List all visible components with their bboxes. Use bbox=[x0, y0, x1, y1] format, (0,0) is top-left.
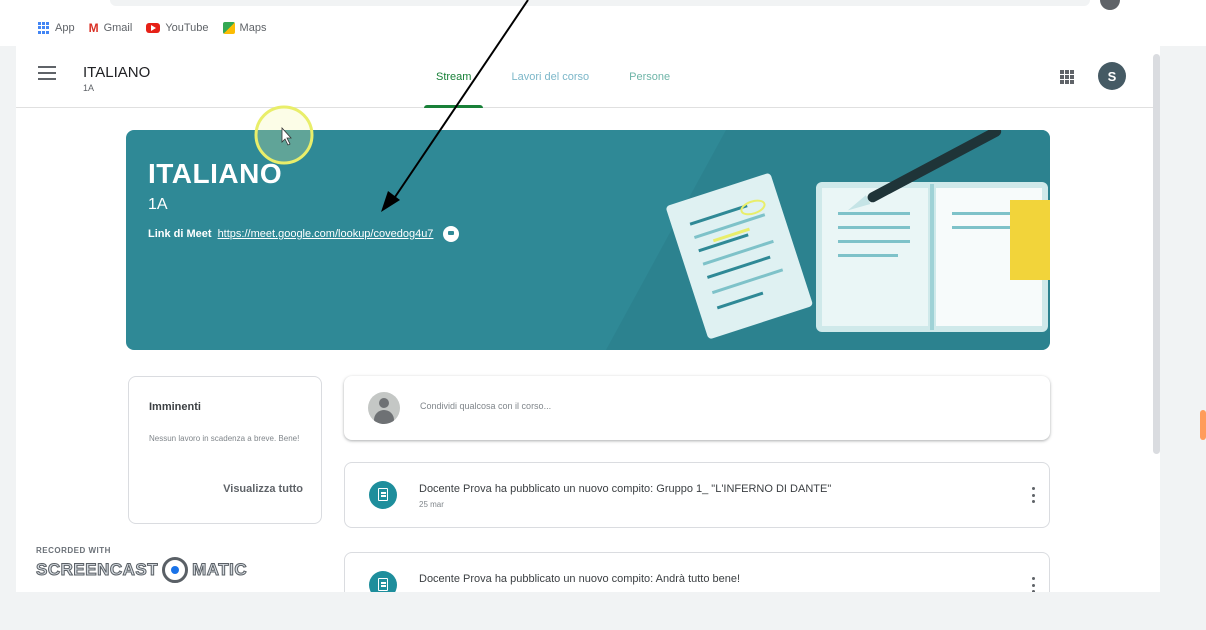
bookmark-label: Gmail bbox=[103, 22, 133, 34]
meet-link-row: Link di Meet https://meet.google.com/loo… bbox=[148, 226, 460, 242]
bookmark-label: App bbox=[55, 22, 75, 34]
course-section: 1A bbox=[83, 83, 95, 93]
banner-section: 1A bbox=[148, 196, 168, 213]
watermark-caption: RECORDED WITH bbox=[36, 546, 111, 555]
account-avatar[interactable]: S bbox=[1098, 62, 1126, 90]
more-options-icon[interactable] bbox=[1031, 487, 1035, 503]
view-all-button[interactable]: Visualizza tutto bbox=[223, 483, 303, 495]
apps-grid-icon bbox=[38, 22, 50, 34]
course-tabs: Stream Lavori del corso Persone bbox=[416, 46, 690, 108]
watermark-logo: SCREENCAST MATIC bbox=[35, 557, 248, 583]
assignment-icon bbox=[369, 571, 397, 592]
bookmark-gmail[interactable]: M Gmail bbox=[89, 21, 133, 35]
course-banner: ITALIANO 1A Link di Meet https://meet.go… bbox=[126, 130, 1050, 350]
meet-link[interactable]: https://meet.google.com/lookup/covedog4u… bbox=[218, 228, 434, 240]
google-apps-icon[interactable] bbox=[1060, 70, 1074, 84]
page-scrollbar[interactable] bbox=[1153, 54, 1160, 454]
share-input[interactable]: Condividi qualcosa con il corso... bbox=[344, 376, 1050, 440]
banner-title: ITALIANO bbox=[148, 158, 283, 189]
gmail-icon: M bbox=[88, 21, 99, 35]
watermark-word-right: MATIC bbox=[192, 560, 248, 580]
edge-accent bbox=[1200, 410, 1206, 440]
stream-post[interactable]: Docente Prova ha pubblicato un nuovo com… bbox=[344, 552, 1050, 592]
maps-icon bbox=[222, 22, 235, 34]
tab-stream[interactable]: Stream bbox=[416, 46, 491, 108]
screencast-watermark: RECORDED WITH SCREENCAST MATIC bbox=[35, 546, 248, 583]
user-avatar-icon bbox=[368, 392, 400, 424]
record-icon bbox=[162, 557, 189, 583]
meet-label: Link di Meet bbox=[148, 228, 212, 240]
tab-people[interactable]: Persone bbox=[609, 46, 690, 108]
hamburger-menu-icon[interactable] bbox=[38, 66, 56, 80]
bookmark-label: YouTube bbox=[165, 22, 209, 34]
bottom-margin bbox=[0, 592, 1206, 630]
upcoming-card: Imminenti Nessun lavoro in scadenza a br… bbox=[128, 376, 322, 524]
tab-classwork[interactable]: Lavori del corso bbox=[491, 46, 609, 108]
meet-info-icon[interactable] bbox=[443, 226, 460, 242]
bookmark-label: Maps bbox=[239, 22, 267, 34]
upcoming-text: Nessun lavoro in scadenza a breve. Bene! bbox=[149, 434, 300, 443]
assignment-icon bbox=[369, 481, 397, 509]
share-placeholder: Condividi qualcosa con il corso... bbox=[420, 401, 552, 411]
youtube-icon bbox=[146, 23, 161, 33]
upcoming-title: Imminenti bbox=[149, 401, 201, 413]
more-options-icon[interactable] bbox=[1031, 577, 1035, 592]
address-bar[interactable] bbox=[110, 0, 1090, 6]
course-title[interactable]: ITALIANO bbox=[83, 64, 150, 81]
browser-toolbar bbox=[0, 0, 1206, 10]
classroom-page: ITALIANO 1A Stream Lavori del corso Pers… bbox=[16, 46, 1160, 592]
post-title: Docente Prova ha pubblicato un nuovo com… bbox=[419, 483, 832, 495]
browser-profile-icon[interactable] bbox=[1100, 0, 1120, 10]
bookmark-app[interactable]: App bbox=[38, 22, 75, 34]
app-header: ITALIANO 1A Stream Lavori del corso Pers… bbox=[16, 46, 1153, 108]
watermark-word-left: SCREENCAST bbox=[35, 560, 159, 580]
bookmark-youtube[interactable]: YouTube bbox=[146, 22, 209, 34]
stream-post[interactable]: Docente Prova ha pubblicato un nuovo com… bbox=[344, 462, 1050, 528]
bookmark-maps[interactable]: Maps bbox=[222, 22, 267, 34]
bookmarks-bar: App M Gmail YouTube Maps bbox=[0, 10, 1206, 46]
post-title: Docente Prova ha pubblicato un nuovo com… bbox=[419, 573, 741, 585]
post-date: 25 mar bbox=[419, 500, 444, 509]
